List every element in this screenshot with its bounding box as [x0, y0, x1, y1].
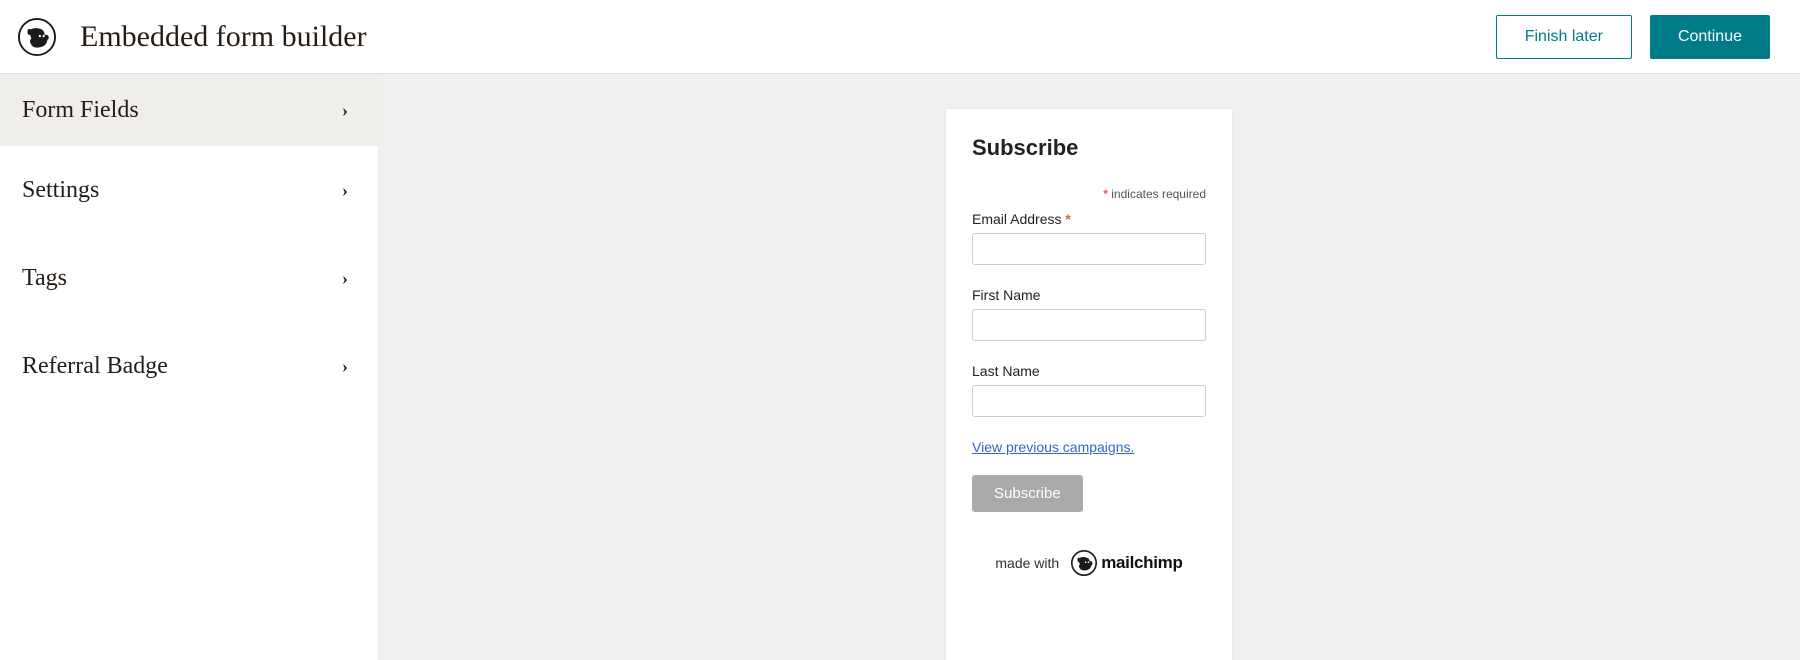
brand-name: mailchimp: [1101, 553, 1182, 573]
header-left: Embedded form builder: [18, 18, 367, 56]
continue-button[interactable]: Continue: [1650, 15, 1770, 59]
chevron-right-icon: ›: [342, 268, 348, 289]
sidebar-item-referral-badge[interactable]: Referral Badge ›: [0, 322, 378, 410]
mailchimp-wordmark: mailchimp: [1071, 550, 1182, 576]
page-title: Embedded form builder: [80, 20, 367, 54]
sidebar-item-label: Referral Badge: [22, 353, 168, 380]
header-actions: Finish later Continue: [1496, 15, 1770, 59]
sidebar-item-tags[interactable]: Tags ›: [0, 234, 378, 322]
subscribe-button[interactable]: Subscribe: [972, 475, 1083, 512]
view-previous-campaigns-link[interactable]: View previous campaigns.: [972, 439, 1206, 455]
made-with-text: made with: [995, 555, 1059, 571]
asterisk-icon: *: [1065, 211, 1070, 227]
form-title: Subscribe: [972, 135, 1206, 161]
required-text: indicates required: [1111, 187, 1206, 201]
sidebar: Form Fields › Settings › Tags › Referral…: [0, 74, 378, 660]
first-name-field-label: First Name: [972, 287, 1206, 303]
sidebar-item-label: Tags: [22, 265, 67, 292]
app-header: Embedded form builder Finish later Conti…: [0, 0, 1800, 74]
first-name-field[interactable]: [972, 309, 1206, 341]
referral-badge: made with mailchimp: [972, 550, 1206, 576]
sidebar-item-label: Settings: [22, 177, 99, 204]
last-name-field-label: Last Name: [972, 363, 1206, 379]
required-indicator-note: * indicates required: [972, 187, 1206, 201]
email-field-label: Email Address *: [972, 211, 1206, 227]
mailchimp-logo-icon: [18, 18, 56, 56]
asterisk-icon: *: [1103, 187, 1108, 201]
last-name-field[interactable]: [972, 385, 1206, 417]
email-field[interactable]: [972, 233, 1206, 265]
chevron-right-icon: ›: [342, 180, 348, 201]
sidebar-item-settings[interactable]: Settings ›: [0, 146, 378, 234]
embedded-form-preview: Subscribe * indicates required Email Add…: [946, 109, 1232, 660]
sidebar-item-label: Form Fields: [22, 97, 139, 124]
finish-later-button[interactable]: Finish later: [1496, 15, 1632, 59]
chevron-right-icon: ›: [342, 100, 348, 121]
mailchimp-freddie-icon: [1071, 550, 1097, 576]
sidebar-item-form-fields[interactable]: Form Fields ›: [0, 74, 378, 146]
main-content: Form Fields › Settings › Tags › Referral…: [0, 74, 1800, 660]
form-preview-canvas: Subscribe * indicates required Email Add…: [378, 74, 1800, 660]
chevron-right-icon: ›: [342, 356, 348, 377]
